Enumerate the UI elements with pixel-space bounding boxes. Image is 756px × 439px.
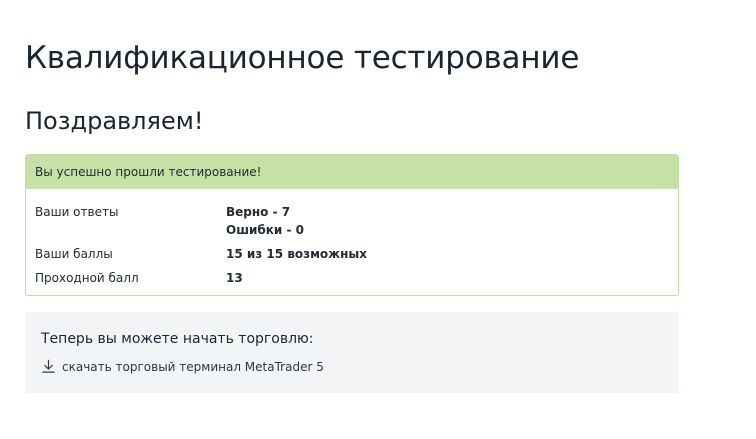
answers-label: Ваши ответы — [35, 205, 119, 219]
result-card: Вы успешно прошли тестирование! Ваши отв… — [25, 154, 679, 296]
download-link-label: скачать торговый терминал MetaTrader 5 — [62, 359, 324, 374]
result-header: Вы успешно прошли тестирование! — [26, 155, 678, 189]
passing-value: 13 — [226, 271, 243, 285]
download-icon — [42, 359, 55, 373]
answers-errors: Ошибки - 0 — [226, 223, 304, 237]
passing-label: Проходной балл — [35, 271, 139, 285]
trade-box: Теперь вы можете начать торговлю: скачат… — [25, 312, 679, 393]
answers-correct: Верно - 7 — [226, 205, 291, 219]
congrats-heading: Поздравляем! — [25, 107, 204, 135]
result-header-text: Вы успешно прошли тестирование! — [35, 165, 262, 179]
trade-title: Теперь вы можете начать торговлю: — [41, 331, 314, 347]
score-label: Ваши баллы — [35, 247, 113, 261]
download-terminal-link[interactable]: скачать торговый терминал MetaTrader 5 — [41, 359, 324, 374]
page-title: Квалификационное тестирование — [25, 40, 580, 76]
score-value: 15 из 15 возможных — [226, 247, 367, 261]
